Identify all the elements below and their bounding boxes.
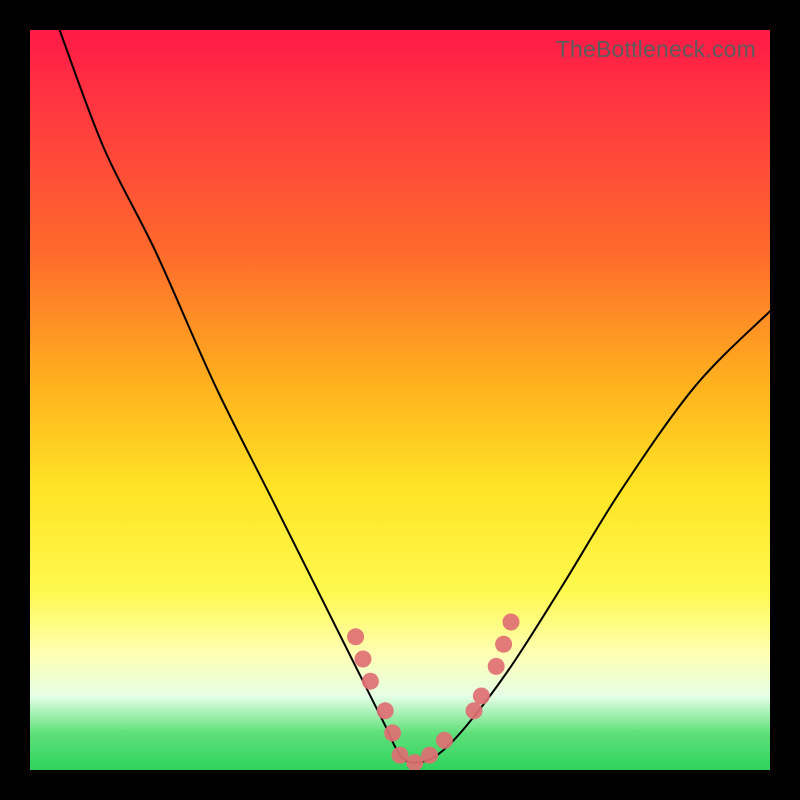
curve-marker [488,658,505,675]
curve-marker [495,636,512,653]
curve-marker [473,688,490,705]
bottleneck-curve [60,30,770,763]
curve-marker [436,732,453,749]
curve-marker [466,702,483,719]
curve-marker [377,702,394,719]
curve-marker [392,747,409,764]
chart-frame: TheBottleneck.com [0,0,800,800]
curve-svg [30,30,770,770]
curve-marker [406,754,423,770]
curve-marker [347,628,364,645]
curve-marker [503,614,520,631]
plot-area: TheBottleneck.com [30,30,770,770]
curve-marker [384,725,401,742]
curve-marker [421,747,438,764]
curve-marker [355,651,372,668]
curve-marker [362,673,379,690]
